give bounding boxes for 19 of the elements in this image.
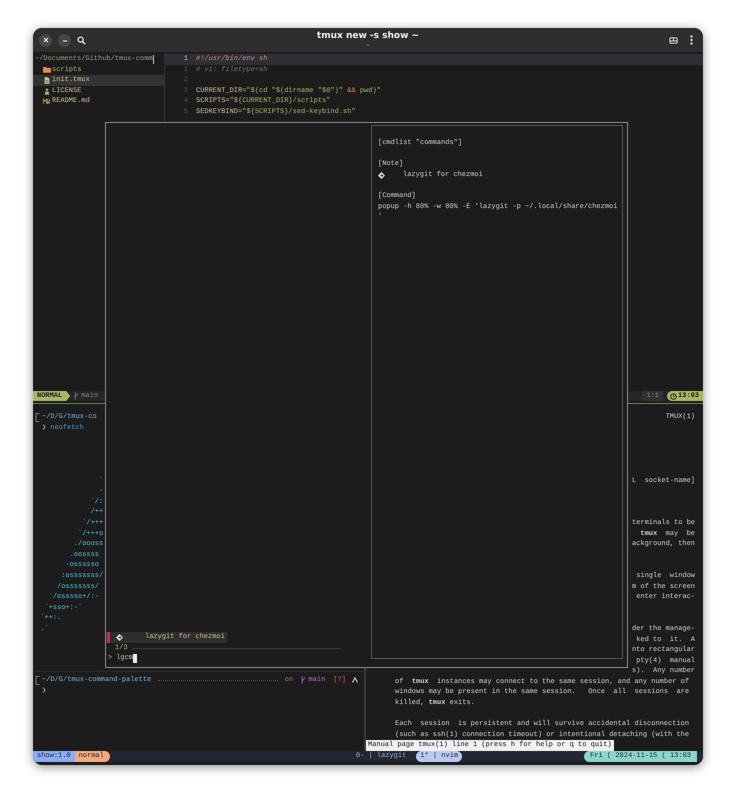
tab-overview-icon[interactable] [669, 36, 678, 44]
diamond-icon [116, 634, 123, 642]
close-icon [42, 37, 48, 43]
file-icon [43, 76, 51, 84]
search-icon[interactable] [77, 36, 86, 44]
branch-icon [74, 392, 80, 400]
close-button[interactable] [39, 34, 52, 46]
branch-icon [301, 676, 306, 684]
person-icon [43, 88, 51, 95]
menu-icon[interactable] [690, 35, 693, 45]
prompt-bracket-icon [35, 676, 40, 685]
text-cursor [133, 654, 138, 664]
window-title: tmux new -s show ~ [316, 30, 420, 42]
caret-up-icon [352, 677, 358, 684]
prompt-bracket-icon [35, 412, 40, 422]
text-cursor [152, 54, 154, 64]
minimize-button[interactable] [58, 34, 71, 46]
diamond-icon [378, 172, 385, 179]
markdown-icon [43, 98, 51, 106]
